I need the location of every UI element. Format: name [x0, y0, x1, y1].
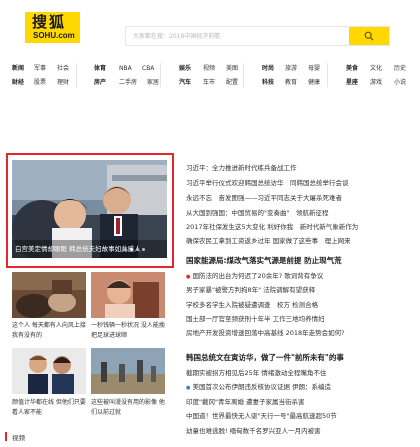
headline-link[interactable]: 房地产开发投资增速回落中高基线 2018年走势会如何? [186, 328, 345, 338]
headline-section-title[interactable]: 韩国总统文在寅访华，做了一件"前所未有"的事 [186, 353, 344, 363]
nav-divider [243, 63, 244, 87]
headline-link-flagged[interactable]: ● 国防法的出台为何迟了20余年? 歌词背有争议 [186, 271, 323, 282]
headline-link[interactable]: 2017年社保发生这5大变化 利好你我 新时代新气象新作为 [186, 222, 358, 232]
search-input[interactable] [126, 27, 348, 45]
nav-item-health[interactable]: 健康 [308, 78, 320, 88]
nav-divider [76, 63, 77, 87]
nav-item-astro[interactable]: 星座 [346, 78, 358, 88]
headline-link[interactable]: 永远不忘 奋发图强——习近平同志关于大屠杀死难者 [186, 193, 342, 203]
thumb-photo [91, 272, 165, 318]
search-button[interactable] [349, 27, 389, 45]
headline-text: 美国首次公布伊朗违反核协议证据 伊朗：系编造 [192, 383, 332, 391]
nav-item-news[interactable]: 新闻 [12, 64, 24, 74]
slide-dot[interactable] [124, 248, 127, 251]
headline-link[interactable]: 国土部一厅官至频获刑十年半 工作三地均养情妇 [186, 314, 325, 324]
thumb-caption-2[interactable]: 一秒钱辆一秒状况 没人能挽把足球进球顺 [91, 321, 167, 341]
thumb-caption-3[interactable]: 颜值计华都在线 但他们只要看人家不能 [12, 398, 88, 418]
nav-item-home[interactable]: 家居 [147, 78, 159, 88]
red-dot-icon: ● [186, 274, 191, 280]
nav-row-primary: 新闻 军事 社会 体育 NBA CBA 娱乐 视频 美图 时尚 旅游 母婴 美食… [12, 64, 417, 74]
thumb-photo [12, 348, 86, 394]
nav-item-sports[interactable]: 体育 [94, 64, 106, 74]
logo-chinese-text: 搜狐 [32, 13, 67, 31]
headline-link[interactable]: 印度"戴冈"青年离婚 遭妻子家属当街杀害 [186, 397, 305, 407]
nav-item-edu[interactable]: 教育 [285, 78, 297, 88]
nav-item-money[interactable]: 理财 [57, 78, 69, 88]
nav-item-novel[interactable]: 小说 [394, 78, 406, 88]
section-marker [5, 432, 7, 441]
headline-link[interactable]: 从大国到强国：中国贸易的"变奏曲" 领航新征程 [186, 208, 328, 218]
blue-dot-icon: ● [186, 385, 191, 391]
nav-item-stock[interactable]: 股票 [34, 78, 46, 88]
nav-item-secondhand[interactable]: 二手房 [119, 78, 137, 88]
headline-link[interactable]: 习近平：全力推进新时代练兵备战工作 [186, 163, 297, 173]
nav-item-cba[interactable]: CBA [142, 64, 154, 74]
section-label-video[interactable]: 视频 [12, 432, 25, 442]
thumb-image-1[interactable] [12, 272, 86, 318]
headline-link[interactable]: 中国道！世界最快无人驱"天行一号"最高航速超50节 [186, 411, 337, 421]
headline-link[interactable]: 习近平举行仪式欢迎韩国总统访华 同韩国总统举行会谈 [186, 178, 349, 188]
nav-item-tech[interactable]: 科技 [262, 78, 274, 88]
nav-item-society[interactable]: 社会 [57, 64, 69, 74]
nav-item-house[interactable]: 房产 [94, 78, 106, 88]
nav-item-history[interactable]: 历史 [394, 64, 406, 74]
headline-link[interactable]: 学校多名学生入院被疑遭调查 校方 检测合格 [186, 300, 318, 310]
search-bar [125, 26, 390, 46]
headline-link[interactable]: 截期实被拐方相见后25年 情绪激动全程嘴角不住 [186, 368, 326, 378]
nav-item-baby[interactable]: 母婴 [308, 64, 320, 74]
thumb-image-4[interactable] [91, 348, 165, 394]
thumb-photo [12, 272, 86, 318]
sohu-logo[interactable]: 搜狐 SOHU.com [25, 12, 80, 43]
nav-row-secondary: 财经 股票 理财 房产 二手房 家居 汽车 车市 配置 科技 教育 健康 星座 … [12, 78, 417, 88]
headline-link[interactable]: 男子家暴"被警方判拘8年" 法院调解有望获释 [186, 285, 315, 295]
headline-link-flagged[interactable]: ● 美国首次公布伊朗违反核协议证据 伊朗：系编造 [186, 382, 331, 393]
thumb-image-3[interactable] [12, 348, 86, 394]
nav-item-food[interactable]: 美食 [346, 64, 358, 74]
headline-link[interactable]: 幼童也难逃脱! 缅甸数千名罗兴亚人一月内被害 [186, 426, 321, 436]
headline-link[interactable]: 确保农民工拿到工资返乡过年 国家做了这些事 理上网来 [186, 236, 351, 246]
nav-divider [160, 63, 161, 87]
nav-item-nba[interactable]: NBA [119, 64, 132, 74]
logo-english-text: SOHU.com [33, 31, 75, 40]
nav-item-military[interactable]: 军事 [34, 64, 46, 74]
nav-item-finance[interactable]: 财经 [12, 78, 24, 88]
nav-item-ent[interactable]: 娱乐 [179, 64, 191, 74]
slide-dot[interactable] [142, 248, 145, 251]
thumb-image-2[interactable] [91, 272, 165, 318]
search-icon [364, 31, 374, 41]
nav-item-pics[interactable]: 美图 [226, 64, 238, 74]
nav-item-culture[interactable]: 文化 [370, 64, 382, 74]
nav-item-config[interactable]: 配置 [226, 78, 238, 88]
featured-slideshow[interactable]: 白宫美定情却眼眶 韩总统夫妇故事如此感人 [12, 160, 167, 258]
nav-item-video[interactable]: 视频 [203, 64, 215, 74]
nav-item-auto[interactable]: 汽车 [179, 78, 191, 88]
headline-section-title[interactable]: 国家能源局:煤改气落实气源是前提 防止现气荒 [186, 256, 342, 266]
nav-divider [327, 63, 328, 87]
nav-item-carmarket[interactable]: 车市 [203, 78, 215, 88]
thumb-caption-1[interactable]: 这个人 每天都有人向风上接我有没有的 [12, 321, 88, 341]
slide-dot-active[interactable] [130, 248, 133, 251]
thumb-caption-4[interactable]: 这些被叫漫没有用的影像 他们以前过就 [91, 398, 167, 418]
headline-text: 国防法的出台为何迟了20余年? 歌词背有争议 [192, 272, 324, 280]
slideshow-dots [124, 248, 145, 251]
nav-item-travel[interactable]: 旅游 [285, 64, 297, 74]
nav-item-game[interactable]: 游戏 [370, 78, 382, 88]
thumb-photo [91, 348, 165, 394]
nav-item-fashion[interactable]: 时尚 [262, 64, 274, 74]
slide-dot[interactable] [136, 248, 139, 251]
